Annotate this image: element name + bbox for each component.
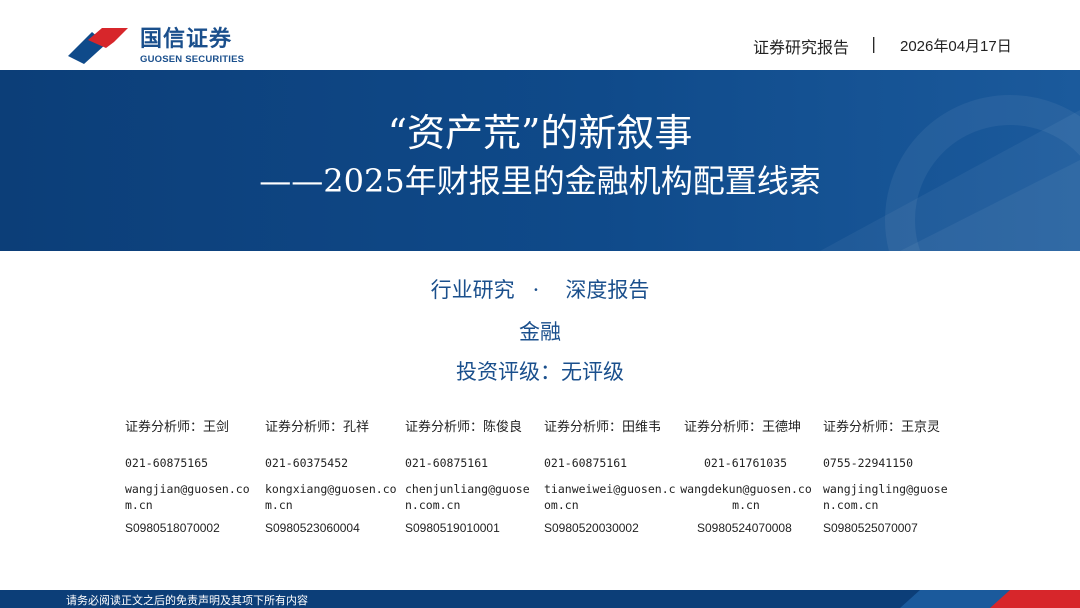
logo-en-text: GUOSEN SECURITIES	[140, 53, 245, 65]
category-dot: ·	[532, 278, 540, 302]
analyst-email[interactable]: wangdekun@guosen.com.cn	[677, 481, 815, 513]
guosen-logo-icon	[68, 28, 128, 64]
analyst-phone: 021-60875161	[544, 456, 628, 470]
analyst-card: 证券分析师：王京灵 0755-22941150 wangjingling@guo…	[823, 416, 963, 535]
analyst-email[interactable]: tianweiwei@guosen.com.cn	[544, 481, 682, 513]
analyst-email[interactable]: wangjingling@guosen.com.cn	[823, 481, 961, 513]
analyst-name: 证券分析师：王京灵	[823, 420, 941, 435]
analyst-cert-number: S0980520030002	[544, 521, 639, 535]
analyst-card: 证券分析师：陈俊良 021-60875161 chenjunliang@guos…	[405, 416, 545, 535]
analyst-email[interactable]: chenjunliang@guosen.com.cn	[405, 481, 543, 513]
analyst-phone: 021-60875165	[125, 456, 209, 470]
analyst-card: 证券分析师：王德坤 021-61761035 wangdekun@guosen.…	[680, 416, 824, 535]
analyst-card: 证券分析师：孔祥 021-60375452 kongxiang@guosen.c…	[265, 416, 405, 535]
analyst-email[interactable]: wangjian@guosen.com.cn	[125, 481, 263, 513]
analyst-phone: 021-60875161	[405, 456, 489, 470]
investment-rating: 投资评级：无评级	[456, 360, 624, 384]
analyst-phone: 0755-22941150	[823, 456, 914, 470]
analyst-phone: 021-61761035	[704, 456, 788, 470]
analyst-cert-number: S0980523060004	[265, 521, 360, 535]
analyst-cert-number: S0980525070007	[823, 521, 918, 535]
footer-bar: 请务必阅读正文之后的免责声明及其项下所有内容	[0, 590, 1080, 608]
analyst-name: 证券分析师：孔祥	[265, 420, 370, 435]
analyst-name: 证券分析师：王德坤	[684, 420, 802, 435]
analyst-phone: 021-60375452	[265, 456, 349, 470]
analyst-name: 证券分析师：王剑	[125, 420, 230, 435]
header-separator: |	[871, 34, 877, 53]
report-category: 行业研究	[430, 278, 515, 302]
analyst-email[interactable]: kongxiang@guosen.com.cn	[265, 481, 403, 513]
industry-label: 金融	[519, 320, 561, 344]
footer-stripe-decoration	[900, 590, 1080, 608]
report-date: 2026年04月17日	[900, 38, 1012, 55]
report-kind: 深度报告	[565, 278, 650, 302]
guosen-logo: 国信证券 GUOSEN SECURITIES	[66, 26, 244, 66]
analyst-cert-number: S0980524070008	[697, 521, 792, 535]
analyst-name: 证券分析师：田维韦	[544, 420, 662, 435]
report-type-label: 证券研究报告	[753, 38, 850, 57]
logo-cn-text: 国信证券	[140, 26, 233, 52]
analyst-cert-number: S0980518070002	[125, 521, 220, 535]
analyst-card: 证券分析师：王剑 021-60875165 wangjian@guosen.co…	[125, 416, 265, 535]
footer-disclaimer[interactable]: 请务必阅读正文之后的免责声明及其项下所有内容	[66, 592, 308, 608]
report-title: “资产荒”的新叙事	[387, 111, 693, 155]
analyst-name: 证券分析师：陈俊良	[405, 420, 523, 435]
report-subtitle: ——2025年财报里的金融机构配置线索	[259, 162, 821, 200]
report-category-line: 行业研究 · 深度报告	[0, 274, 1080, 304]
analyst-card: 证券分析师：田维韦 021-60875161 tianweiwei@guosen…	[544, 416, 684, 535]
analyst-cert-number: S0980519010001	[405, 521, 500, 535]
